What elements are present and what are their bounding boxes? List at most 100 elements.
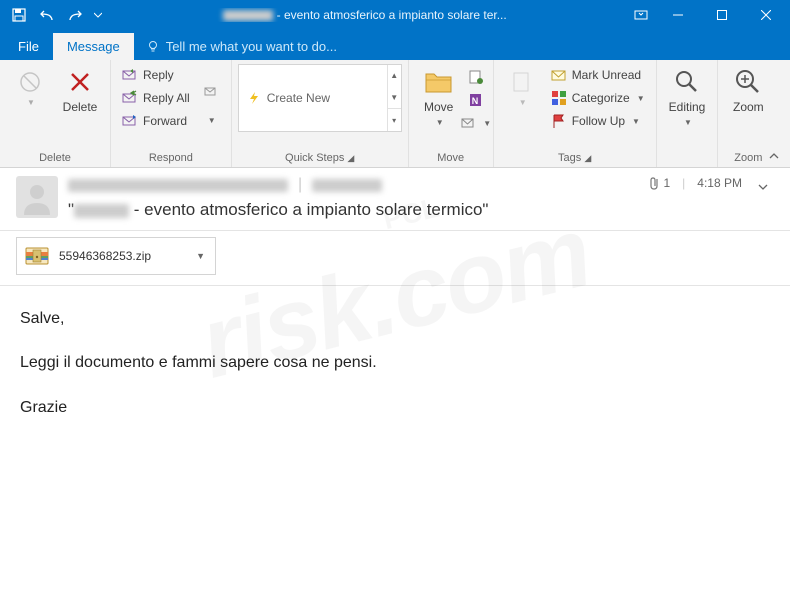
mark-unread-label: Mark Unread <box>572 68 641 82</box>
group-tags: ▼ Mark Unread Categorize▼ Follow Up▼ <box>494 60 657 167</box>
paperclip-icon <box>648 176 660 190</box>
group-move: Move▼ N ▼ Move <box>409 60 494 167</box>
quicksteps-gallery[interactable]: Create New ▲ ▼ ▾ <box>238 64 402 132</box>
qat-dropdown-icon[interactable] <box>92 4 104 26</box>
reply-all-icon <box>122 90 138 106</box>
delete-icon <box>64 66 96 98</box>
body-closing: Grazie <box>20 397 770 419</box>
zoom-icon <box>732 66 764 98</box>
delete-label: Delete <box>63 100 98 114</box>
zoom-button[interactable]: Zoom <box>724 64 772 116</box>
delete-button[interactable]: Delete <box>56 64 104 116</box>
attachment-item[interactable]: 55946368253.zip ▼ <box>16 237 216 275</box>
move-label: Move▼ <box>424 100 453 128</box>
mark-unread-button[interactable]: Mark Unread <box>546 64 650 86</box>
categorize-button[interactable]: Categorize▼ <box>546 87 650 109</box>
attachment-bar: 55946368253.zip ▼ <box>0 231 790 286</box>
categorize-label: Categorize <box>572 91 630 105</box>
forward-button[interactable]: Forward <box>117 110 195 132</box>
onenote-button[interactable]: N <box>465 89 487 111</box>
move-button[interactable]: Move▼ <box>415 64 463 130</box>
quickstep-create-new[interactable]: Create New <box>239 65 387 131</box>
forward-label: Forward <box>143 114 187 128</box>
reply-label: Reply <box>143 68 174 82</box>
follow-up-button[interactable]: Follow Up▼ <box>546 110 650 132</box>
reply-all-label: Reply All <box>143 91 190 105</box>
rules-button[interactable] <box>465 66 487 88</box>
quicksteps-down[interactable]: ▼ <box>388 87 401 109</box>
tell-me-search[interactable]: Tell me what you want to do... <box>134 33 349 60</box>
close-button[interactable] <box>744 0 788 30</box>
group-editing-label <box>663 152 712 165</box>
actions-button[interactable]: ▼ <box>465 112 487 134</box>
ribbon: ▼ Delete Delete Reply <box>0 60 790 168</box>
onenote-icon: N <box>468 92 484 108</box>
group-quicksteps: Create New ▲ ▼ ▾ Quick Steps ◢ <box>232 60 409 167</box>
group-delete: ▼ Delete Delete <box>0 60 111 167</box>
sender-name-redacted <box>68 179 288 192</box>
group-respond: Reply Reply All Forward ▼ <box>111 60 232 167</box>
group-move-label: Move <box>415 152 487 165</box>
ribbon-display-icon[interactable] <box>626 4 656 26</box>
received-time: 4:18 PM <box>697 176 742 190</box>
tab-file[interactable]: File <box>4 33 53 60</box>
forward-icon <box>122 113 138 129</box>
svg-text:N: N <box>471 96 478 106</box>
header-info: | " - evento atmosferico a impianto sola… <box>68 176 638 220</box>
undo-icon[interactable] <box>36 4 58 26</box>
message-header: | " - evento atmosferico a impianto sola… <box>0 168 790 231</box>
quicksteps-up[interactable]: ▲ <box>388 65 401 87</box>
collapse-ribbon-button[interactable] <box>768 149 784 165</box>
group-editing: Editing▼ <box>657 60 719 167</box>
group-delete-label: Delete <box>6 152 104 165</box>
tab-message[interactable]: Message <box>53 33 134 60</box>
tell-me-label: Tell me what you want to do... <box>166 39 337 54</box>
envelope-icon <box>551 67 567 83</box>
group-quicksteps-label: Quick Steps ◢ <box>238 152 402 165</box>
quicksteps-more[interactable]: ▾ <box>388 108 401 131</box>
minimize-button[interactable] <box>656 0 700 30</box>
categorize-icon <box>551 90 567 106</box>
lightning-icon <box>247 91 261 105</box>
reply-button[interactable]: Reply <box>117 64 195 86</box>
subject: " - evento atmosferico a impianto solare… <box>68 200 638 220</box>
flag-icon <box>551 113 567 129</box>
lightbulb-icon <box>146 40 160 54</box>
policy-icon <box>506 66 538 98</box>
junk-icon <box>14 66 46 98</box>
body-line1: Leggi il documento e fammi sapere cosa n… <box>20 352 770 374</box>
quicksteps-scroll: ▲ ▼ ▾ <box>387 65 401 131</box>
sender-avatar <box>16 176 58 218</box>
header-meta: 1 | 4:18 PM <box>648 176 742 190</box>
subject-redacted-part <box>74 204 129 218</box>
find-icon <box>671 66 703 98</box>
reply-icon <box>122 67 138 83</box>
attachment-filename: 55946368253.zip <box>59 249 184 263</box>
save-icon[interactable] <box>8 4 30 26</box>
window-controls <box>626 0 788 30</box>
outlook-window: - evento atmosferico a impianto solare t… <box>0 0 790 595</box>
zip-file-icon <box>23 242 51 270</box>
editing-button[interactable]: Editing▼ <box>663 64 712 130</box>
body-greeting: Salve, <box>20 308 770 330</box>
attachment-indicator[interactable]: 1 <box>648 176 670 190</box>
expand-header-button[interactable] <box>752 176 774 198</box>
junk-button[interactable]: ▼ <box>6 64 54 109</box>
assign-policy-button[interactable]: ▼ <box>500 64 544 109</box>
actions-icon <box>460 115 476 131</box>
group-respond-label: Respond <box>117 152 225 165</box>
quickstep-label: Create New <box>267 91 330 105</box>
reply-all-button[interactable]: Reply All <box>117 87 195 109</box>
recipient-redacted <box>312 179 382 192</box>
rules-icon <box>468 69 484 85</box>
sender-row: | <box>68 176 638 194</box>
attachment-dropdown[interactable]: ▼ <box>192 251 209 261</box>
maximize-button[interactable] <box>700 0 744 30</box>
attachment-count: 1 <box>663 176 670 190</box>
more-respond-button[interactable]: ▼ <box>197 64 225 127</box>
more-icon <box>203 66 219 116</box>
window-title: - evento atmosferico a impianto solare t… <box>104 8 626 22</box>
ribbon-tabs: File Message Tell me what you want to do… <box>0 30 790 60</box>
redo-icon[interactable] <box>64 4 86 26</box>
editing-label: Editing▼ <box>669 100 706 128</box>
